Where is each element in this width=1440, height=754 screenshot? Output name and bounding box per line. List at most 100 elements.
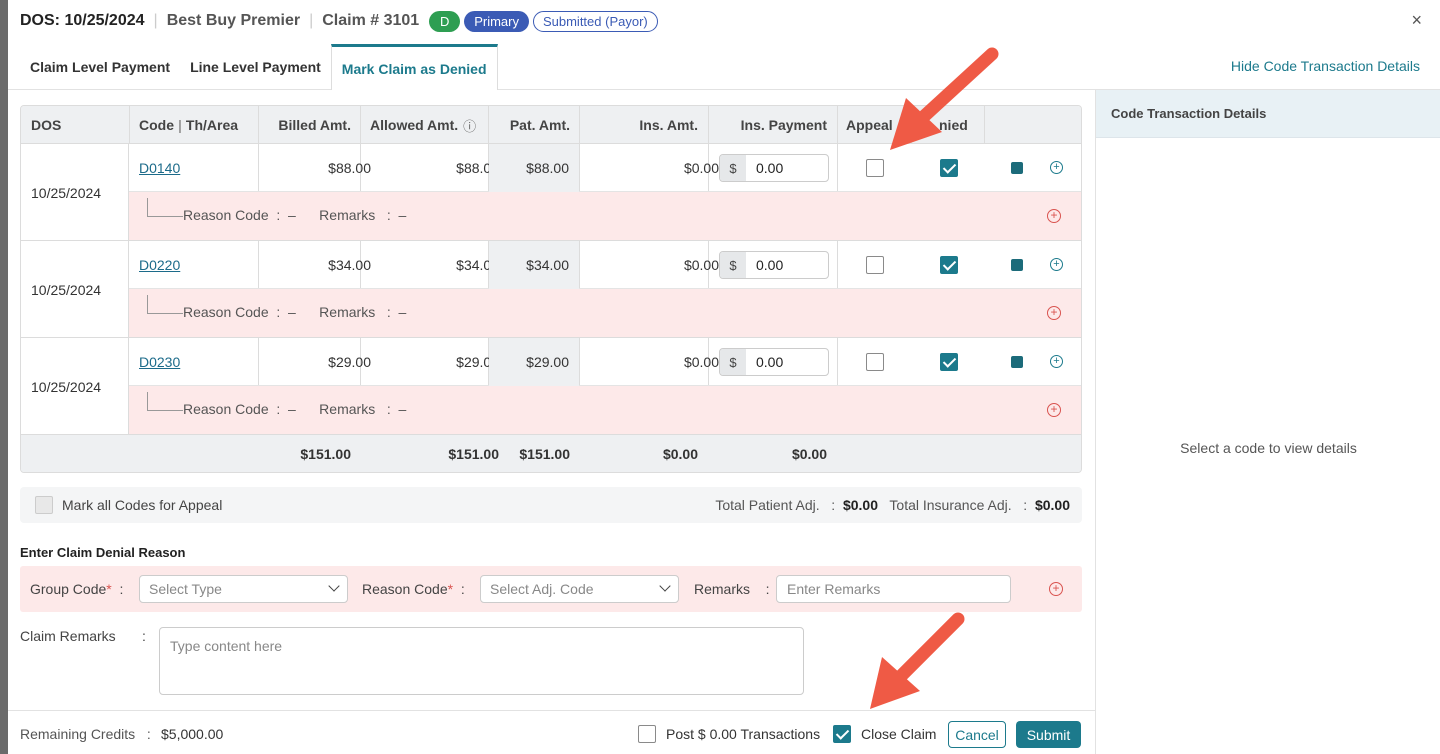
add-circle-icon[interactable]: + (1050, 355, 1063, 368)
denied-checkbox[interactable] (940, 159, 958, 177)
add-reason-icon[interactable]: + (1047, 209, 1061, 223)
remaining-credits-label: Remaining Credits : (20, 726, 151, 742)
col-dos: DOS (31, 117, 62, 133)
mark-all-appeal-checkbox[interactable] (35, 496, 53, 514)
allowed-amt: $88.00 (456, 160, 499, 176)
ins-payment-input[interactable]: $ 0.00 (719, 348, 829, 376)
col-allowed: Allowed Amt. ⓘ (370, 106, 476, 144)
group-code-text: Group Code (30, 581, 107, 597)
insurance-adj-label: Total Insurance Adj. : (878, 497, 1035, 513)
note-icon[interactable] (1011, 259, 1023, 271)
total-payment: $0.00 (791, 446, 827, 462)
note-icon[interactable] (1011, 162, 1023, 174)
totals-row: $151.00 $151.00 $151.00 $0.00 $0.00 (21, 435, 1081, 472)
modal-header: DOS: 10/25/2024 | Best Buy Premier | Cla… (8, 0, 1440, 42)
ins-amt: $0.00 (683, 354, 719, 370)
reason-code-label: Reason Code* : (362, 581, 465, 597)
tree-connector (147, 295, 183, 314)
remarks-input[interactable]: Enter Remarks (776, 575, 1011, 603)
primary-badge: Primary (464, 10, 529, 32)
row-dos: 10/25/2024 (21, 144, 129, 241)
panel-empty-state: Select a code to view details (1180, 440, 1357, 456)
col-ins: Ins. Amt. (639, 117, 698, 133)
col-area-label: Th/Area (185, 117, 239, 133)
code-link-text[interactable]: D0230 (139, 354, 180, 370)
code-link[interactable]: D0140 (139, 144, 180, 192)
code-link-text[interactable]: D0220 (139, 257, 180, 273)
tab-line-level-payment[interactable]: Line Level Payment (180, 44, 331, 90)
header-divider: | (153, 12, 158, 29)
backdrop-edge (0, 0, 8, 754)
appeal-checkbox[interactable] (866, 353, 884, 371)
reason-code-text: Reason Code (362, 581, 448, 597)
code-link[interactable]: D0220 (139, 241, 180, 289)
tab-claim-level-payment[interactable]: Claim Level Payment (20, 44, 180, 90)
claim-remarks-label: Claim Remarks (20, 628, 116, 644)
code-link-text[interactable]: D0140 (139, 160, 180, 176)
chevron-down-icon (328, 580, 340, 592)
ins-payment-value[interactable]: 0.00 (746, 349, 783, 375)
appeal-checkbox[interactable] (866, 159, 884, 177)
tab-mark-claim-denied[interactable]: Mark Claim as Denied (330, 44, 498, 90)
claim-remarks-textarea[interactable]: Type content here (159, 627, 804, 695)
info-icon[interactable]: ⓘ (463, 116, 476, 135)
pat-amt: $34.00 (489, 241, 579, 289)
add-denial-reason-icon[interactable]: + (1049, 582, 1063, 596)
pat-amt: $88.00 (489, 144, 579, 192)
code-link[interactable]: D0230 (139, 338, 180, 386)
dos-title: DOS: 10/25/2024 (20, 12, 145, 29)
currency-prefix: $ (720, 349, 746, 375)
code-group: 10/25/2024 D0230 $29.00 $29.00 $29.00 $0… (21, 338, 1081, 435)
reason-remarks: Reason Code : – Remarks : – (183, 401, 407, 417)
ins-payment-input[interactable]: $ 0.00 (719, 251, 829, 279)
patient-adj-value: $0.00 (842, 497, 878, 513)
pat-amt: $29.00 (489, 338, 579, 386)
add-reason-icon[interactable]: + (1047, 306, 1061, 320)
add-circle-icon[interactable]: + (1050, 258, 1063, 271)
post-zero-checkbox[interactable] (638, 725, 656, 743)
codes-table: DOS Code | Th/Area Billed Amt. Allowed Amt… (20, 105, 1082, 473)
close-claim-label: Close Claim (861, 726, 937, 742)
total-pat: $151.00 (519, 446, 570, 462)
close-claim-checkbox[interactable] (833, 725, 851, 743)
allowed-amt: $34.00 (456, 257, 499, 273)
ins-payment-value[interactable]: 0.00 (746, 155, 783, 181)
insurance-plan: Best Buy Premier (166, 12, 301, 29)
colon: : (119, 581, 124, 597)
table-row: D0220 $34.00 $34.00 $34.00 $0.00 $ 0.00 … (129, 241, 1081, 289)
cancel-button[interactable]: Cancel (948, 721, 1006, 748)
ins-amt: $0.00 (683, 160, 719, 176)
reason-code-select[interactable]: Select Adj. Code (480, 575, 679, 603)
submit-button[interactable]: Submit (1016, 721, 1081, 748)
col-billed: Billed Amt. (278, 117, 351, 133)
add-reason-icon[interactable]: + (1047, 403, 1061, 417)
mark-all-appeal-label: Mark all Codes for Appeal (62, 497, 223, 513)
group-code-select[interactable]: Select Type (139, 575, 348, 603)
denied-checkbox[interactable] (940, 353, 958, 371)
claim-modal: DOS: 10/25/2024 | Best Buy Premier | Cla… (8, 0, 1440, 754)
row-dos: 10/25/2024 (21, 241, 129, 338)
appeal-checkbox[interactable] (866, 256, 884, 274)
close-icon[interactable]: × (1411, 10, 1422, 31)
total-billed: $151.00 (300, 446, 351, 462)
denied-checkbox[interactable] (940, 256, 958, 274)
total-allowed: $151.00 (448, 446, 499, 462)
reason-remarks: Reason Code : – Remarks : – (183, 207, 407, 223)
group-code-label: Group Code* : (30, 581, 123, 597)
note-icon[interactable] (1011, 356, 1023, 368)
adjustment-totals: Total Patient Adj. : $0.00 Total Insuran… (715, 497, 1070, 513)
billed-amt: $29.00 (328, 354, 371, 370)
hide-details-link[interactable]: Hide Code Transaction Details (1231, 58, 1420, 74)
col-pat: Pat. Amt. (509, 117, 570, 133)
insurance-adj-value: $0.00 (1034, 497, 1070, 513)
reason-row: Reason Code : – Remarks : – + (129, 192, 1081, 240)
ins-payment-input[interactable]: $ 0.00 (719, 154, 829, 182)
tree-connector (147, 392, 183, 411)
annotation-arrow-icon (870, 612, 965, 709)
add-circle-icon[interactable]: + (1050, 161, 1063, 174)
allowed-amt: $29.00 (456, 354, 499, 370)
reason-remarks: Reason Code : – Remarks : – (183, 304, 407, 320)
remarks-label: Remarks : (694, 581, 769, 597)
ins-payment-value[interactable]: 0.00 (746, 252, 783, 278)
d-badge: D (429, 10, 461, 32)
